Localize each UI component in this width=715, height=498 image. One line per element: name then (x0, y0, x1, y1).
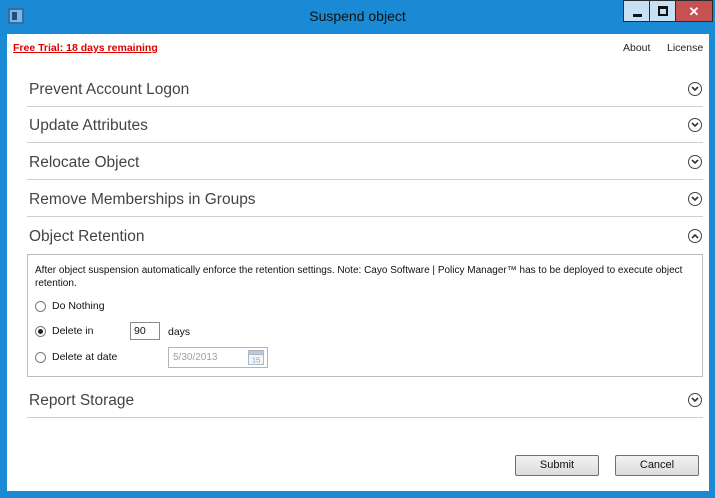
option-label: Do Nothing (52, 300, 105, 312)
close-button[interactable]: ✕ (675, 0, 713, 22)
section-relocate-object[interactable]: Relocate Object (27, 144, 703, 180)
maximize-icon (658, 6, 668, 16)
free-trial-link[interactable]: Free Trial: 18 days remaining (13, 42, 158, 54)
section-prevent-account-logon[interactable]: Prevent Account Logon (27, 71, 703, 107)
radio-do-nothing[interactable] (35, 301, 46, 312)
app-window: Suspend object ✕ Free Trial: 18 days rem… (0, 0, 715, 498)
section-title: Relocate Object (29, 154, 140, 171)
section-report-storage[interactable]: Report Storage (27, 382, 703, 418)
section-title: Object Retention (29, 228, 145, 245)
chevron-down-circle-icon[interactable] (688, 192, 702, 206)
chevron-up-circle-icon[interactable] (688, 229, 702, 243)
license-link[interactable]: License (667, 42, 703, 54)
option-label: Delete at date (52, 351, 118, 363)
section-remove-memberships[interactable]: Remove Memberships in Groups (27, 181, 703, 217)
title-bar[interactable]: Suspend object ✕ (0, 0, 715, 34)
dialog-content: Free Trial: 18 days remaining About Lice… (7, 34, 709, 491)
section-title: Remove Memberships in Groups (29, 191, 256, 208)
minimize-button[interactable] (623, 0, 650, 22)
retention-panel: After object suspension automatically en… (27, 254, 703, 377)
radio-delete-at-date[interactable] (35, 352, 46, 363)
retention-description: After object suspension automatically en… (35, 265, 683, 289)
close-icon: ✕ (688, 4, 700, 19)
maximize-button[interactable] (649, 0, 676, 22)
chevron-down-circle-icon[interactable] (688, 393, 702, 407)
chevron-down-circle-icon[interactable] (688, 118, 702, 132)
submit-button[interactable]: Submit (515, 455, 599, 476)
calendar-icon[interactable]: 15 (248, 349, 264, 365)
section-update-attributes[interactable]: Update Attributes (27, 107, 703, 143)
chevron-down-circle-icon[interactable] (688, 82, 702, 96)
section-object-retention[interactable]: Object Retention (27, 218, 703, 254)
days-unit-label: days (168, 326, 191, 338)
chevron-down-circle-icon[interactable] (688, 155, 702, 169)
calendar-day: 15 (252, 356, 260, 365)
about-link[interactable]: About (623, 42, 650, 54)
days-input[interactable] (130, 322, 160, 340)
section-title: Prevent Account Logon (29, 81, 190, 98)
window-title: Suspend object (309, 8, 406, 24)
minimize-icon (633, 14, 642, 17)
section-title: Report Storage (29, 392, 135, 409)
cancel-button[interactable]: Cancel (615, 455, 699, 476)
radio-delete-in[interactable] (35, 326, 46, 337)
option-label: Delete in (52, 325, 94, 337)
section-title: Update Attributes (29, 117, 148, 134)
